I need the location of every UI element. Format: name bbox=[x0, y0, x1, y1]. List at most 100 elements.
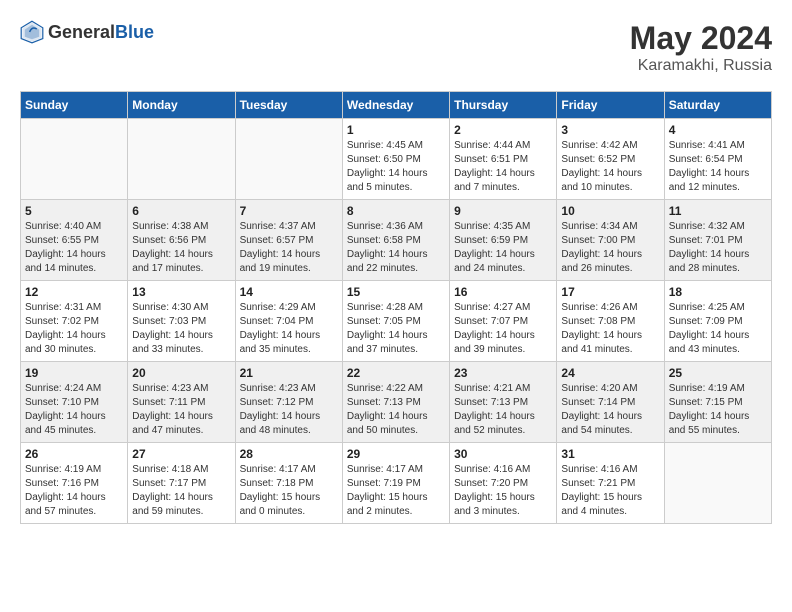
calendar-week-row: 1 Sunrise: 4:45 AMSunset: 6:50 PMDaylight… bbox=[21, 119, 772, 200]
day-number: 24 bbox=[561, 366, 659, 380]
day-number: 5 bbox=[25, 204, 123, 218]
weekday-header: Sunday bbox=[21, 92, 128, 119]
day-number: 27 bbox=[132, 447, 230, 461]
day-number: 18 bbox=[669, 285, 767, 299]
day-number: 8 bbox=[347, 204, 445, 218]
day-number: 6 bbox=[132, 204, 230, 218]
cell-text: Sunrise: 4:44 AMSunset: 6:51 PMDaylight:… bbox=[454, 139, 552, 195]
day-number: 31 bbox=[561, 447, 659, 461]
weekday-header: Monday bbox=[128, 92, 235, 119]
day-number: 23 bbox=[454, 366, 552, 380]
day-number: 4 bbox=[669, 123, 767, 137]
day-number: 16 bbox=[454, 285, 552, 299]
cell-text: Sunrise: 4:38 AMSunset: 6:56 PMDaylight:… bbox=[132, 220, 230, 276]
cell-text: Sunrise: 4:45 AMSunset: 6:50 PMDaylight:… bbox=[347, 139, 445, 195]
calendar-cell: 28 Sunrise: 4:17 AMSunset: 7:18 PMDayligh… bbox=[235, 443, 342, 524]
calendar-cell: 27 Sunrise: 4:18 AMSunset: 7:17 PMDayligh… bbox=[128, 443, 235, 524]
page-header: GeneralBlue May 2024 Karamakhi, Russia bbox=[20, 20, 772, 75]
logo-text-blue: Blue bbox=[115, 22, 154, 42]
calendar-cell: 7Sunrise: 4:37 AMSunset: 6:57 PMDaylight… bbox=[235, 200, 342, 281]
calendar-cell: 29Sunrise: 4:17 AMSunset: 7:19 PMDayligh… bbox=[342, 443, 449, 524]
day-number: 9 bbox=[454, 204, 552, 218]
month-title: May 2024 bbox=[630, 20, 772, 57]
day-number: 20 bbox=[132, 366, 230, 380]
cell-text: Sunrise: 4:29 AMSunset: 7:04 PMDaylight:… bbox=[240, 301, 338, 357]
calendar-cell: 18 Sunrise: 4:25 AMSunset: 7:09 PMDayligh… bbox=[664, 281, 771, 362]
calendar-cell: 6 Sunrise: 4:38 AMSunset: 6:56 PMDaylight… bbox=[128, 200, 235, 281]
cell-text: Sunrise: 4:20 AMSunset: 7:14 PMDaylight:… bbox=[561, 382, 659, 438]
calendar-cell: 5 Sunrise: 4:40 AMSunset: 6:55 PMDaylight… bbox=[21, 200, 128, 281]
day-number: 11 bbox=[669, 204, 767, 218]
cell-text: Sunrise: 4:17 AMSunset: 7:19 PMDaylight:… bbox=[347, 463, 445, 519]
day-number: 28 bbox=[240, 447, 338, 461]
weekday-header: Saturday bbox=[664, 92, 771, 119]
cell-text: Sunrise: 4:27 AMSunset: 7:07 PMDaylight:… bbox=[454, 301, 552, 357]
calendar-header-row: SundayMondayTuesdayWednesdayThursdayFrid… bbox=[21, 92, 772, 119]
calendar-cell: 15Sunrise: 4:28 AMSunset: 7:05 PMDayligh… bbox=[342, 281, 449, 362]
calendar-cell: 10 Sunrise: 4:34 AMSunset: 7:00 PMDayligh… bbox=[557, 200, 664, 281]
cell-text: Sunrise: 4:19 AMSunset: 7:15 PMDaylight:… bbox=[669, 382, 767, 438]
weekday-header: Thursday bbox=[450, 92, 557, 119]
cell-text: Sunrise: 4:32 AMSunset: 7:01 PMDaylight:… bbox=[669, 220, 767, 276]
calendar-cell: 14 Sunrise: 4:29 AMSunset: 7:04 PMDayligh… bbox=[235, 281, 342, 362]
calendar-cell: 16 Sunrise: 4:27 AMSunset: 7:07 PMDayligh… bbox=[450, 281, 557, 362]
calendar-cell: 23 Sunrise: 4:21 AMSunset: 7:13 PMDayligh… bbox=[450, 362, 557, 443]
calendar-cell: 26Sunrise: 4:19 AMSunset: 7:16 PMDayligh… bbox=[21, 443, 128, 524]
calendar-cell bbox=[235, 119, 342, 200]
weekday-header: Friday bbox=[557, 92, 664, 119]
day-number: 21 bbox=[240, 366, 338, 380]
cell-text: Sunrise: 4:22 AMSunset: 7:13 PMDaylight:… bbox=[347, 382, 445, 438]
calendar-cell: 25 Sunrise: 4:19 AMSunset: 7:15 PMDayligh… bbox=[664, 362, 771, 443]
day-number: 14 bbox=[240, 285, 338, 299]
calendar-cell: 19Sunrise: 4:24 AMSunset: 7:10 PMDayligh… bbox=[21, 362, 128, 443]
calendar-cell bbox=[128, 119, 235, 200]
weekday-header: Wednesday bbox=[342, 92, 449, 119]
cell-text: Sunrise: 4:23 AMSunset: 7:12 PMDaylight:… bbox=[240, 382, 338, 438]
calendar-week-row: 26Sunrise: 4:19 AMSunset: 7:16 PMDayligh… bbox=[21, 443, 772, 524]
day-number: 2 bbox=[454, 123, 552, 137]
day-number: 17 bbox=[561, 285, 659, 299]
cell-text: Sunrise: 4:19 AMSunset: 7:16 PMDaylight:… bbox=[25, 463, 123, 519]
day-number: 13 bbox=[132, 285, 230, 299]
cell-text: Sunrise: 4:31 AMSunset: 7:02 PMDaylight:… bbox=[25, 301, 123, 357]
calendar-cell: 21 Sunrise: 4:23 AMSunset: 7:12 PMDayligh… bbox=[235, 362, 342, 443]
calendar-cell: 17 Sunrise: 4:26 AMSunset: 7:08 PMDayligh… bbox=[557, 281, 664, 362]
cell-text: Sunrise: 4:34 AMSunset: 7:00 PMDaylight:… bbox=[561, 220, 659, 276]
weekday-header: Tuesday bbox=[235, 92, 342, 119]
cell-text: Sunrise: 4:40 AMSunset: 6:55 PMDaylight:… bbox=[25, 220, 123, 276]
day-number: 30 bbox=[454, 447, 552, 461]
cell-text: Sunrise: 4:37 AMSunset: 6:57 PMDaylight:… bbox=[240, 220, 338, 276]
calendar-cell bbox=[664, 443, 771, 524]
day-number: 1 bbox=[347, 123, 445, 137]
calendar-cell: 1 Sunrise: 4:45 AMSunset: 6:50 PMDaylight… bbox=[342, 119, 449, 200]
day-number: 3 bbox=[561, 123, 659, 137]
logo-text-general: General bbox=[48, 22, 115, 42]
logo: GeneralBlue bbox=[20, 20, 154, 44]
cell-text: Sunrise: 4:17 AMSunset: 7:18 PMDaylight:… bbox=[240, 463, 338, 519]
calendar-cell: 9 Sunrise: 4:35 AMSunset: 6:59 PMDaylight… bbox=[450, 200, 557, 281]
calendar-cell: 22Sunrise: 4:22 AMSunset: 7:13 PMDayligh… bbox=[342, 362, 449, 443]
title-block: May 2024 Karamakhi, Russia bbox=[630, 20, 772, 75]
calendar-cell: 31 Sunrise: 4:16 AMSunset: 7:21 PMDayligh… bbox=[557, 443, 664, 524]
calendar-cell: 3 Sunrise: 4:42 AMSunset: 6:52 PMDaylight… bbox=[557, 119, 664, 200]
cell-text: Sunrise: 4:21 AMSunset: 7:13 PMDaylight:… bbox=[454, 382, 552, 438]
day-number: 10 bbox=[561, 204, 659, 218]
cell-text: Sunrise: 4:23 AMSunset: 7:11 PMDaylight:… bbox=[132, 382, 230, 438]
calendar-cell: 11 Sunrise: 4:32 AMSunset: 7:01 PMDayligh… bbox=[664, 200, 771, 281]
cell-text: Sunrise: 4:41 AMSunset: 6:54 PMDaylight:… bbox=[669, 139, 767, 195]
cell-text: Sunrise: 4:42 AMSunset: 6:52 PMDaylight:… bbox=[561, 139, 659, 195]
calendar-week-row: 12Sunrise: 4:31 AMSunset: 7:02 PMDayligh… bbox=[21, 281, 772, 362]
calendar-week-row: 5 Sunrise: 4:40 AMSunset: 6:55 PMDaylight… bbox=[21, 200, 772, 281]
cell-text: Sunrise: 4:25 AMSunset: 7:09 PMDaylight:… bbox=[669, 301, 767, 357]
day-number: 25 bbox=[669, 366, 767, 380]
cell-text: Sunrise: 4:18 AMSunset: 7:17 PMDaylight:… bbox=[132, 463, 230, 519]
calendar-cell: 4 Sunrise: 4:41 AMSunset: 6:54 PMDaylight… bbox=[664, 119, 771, 200]
cell-text: Sunrise: 4:26 AMSunset: 7:08 PMDaylight:… bbox=[561, 301, 659, 357]
location-title: Karamakhi, Russia bbox=[630, 57, 772, 75]
cell-text: Sunrise: 4:16 AMSunset: 7:21 PMDaylight:… bbox=[561, 463, 659, 519]
calendar-cell: 24 Sunrise: 4:20 AMSunset: 7:14 PMDayligh… bbox=[557, 362, 664, 443]
calendar-table: SundayMondayTuesdayWednesdayThursdayFrid… bbox=[20, 91, 772, 524]
cell-text: Sunrise: 4:28 AMSunset: 7:05 PMDaylight:… bbox=[347, 301, 445, 357]
cell-text: Sunrise: 4:35 AMSunset: 6:59 PMDaylight:… bbox=[454, 220, 552, 276]
day-number: 19 bbox=[25, 366, 123, 380]
